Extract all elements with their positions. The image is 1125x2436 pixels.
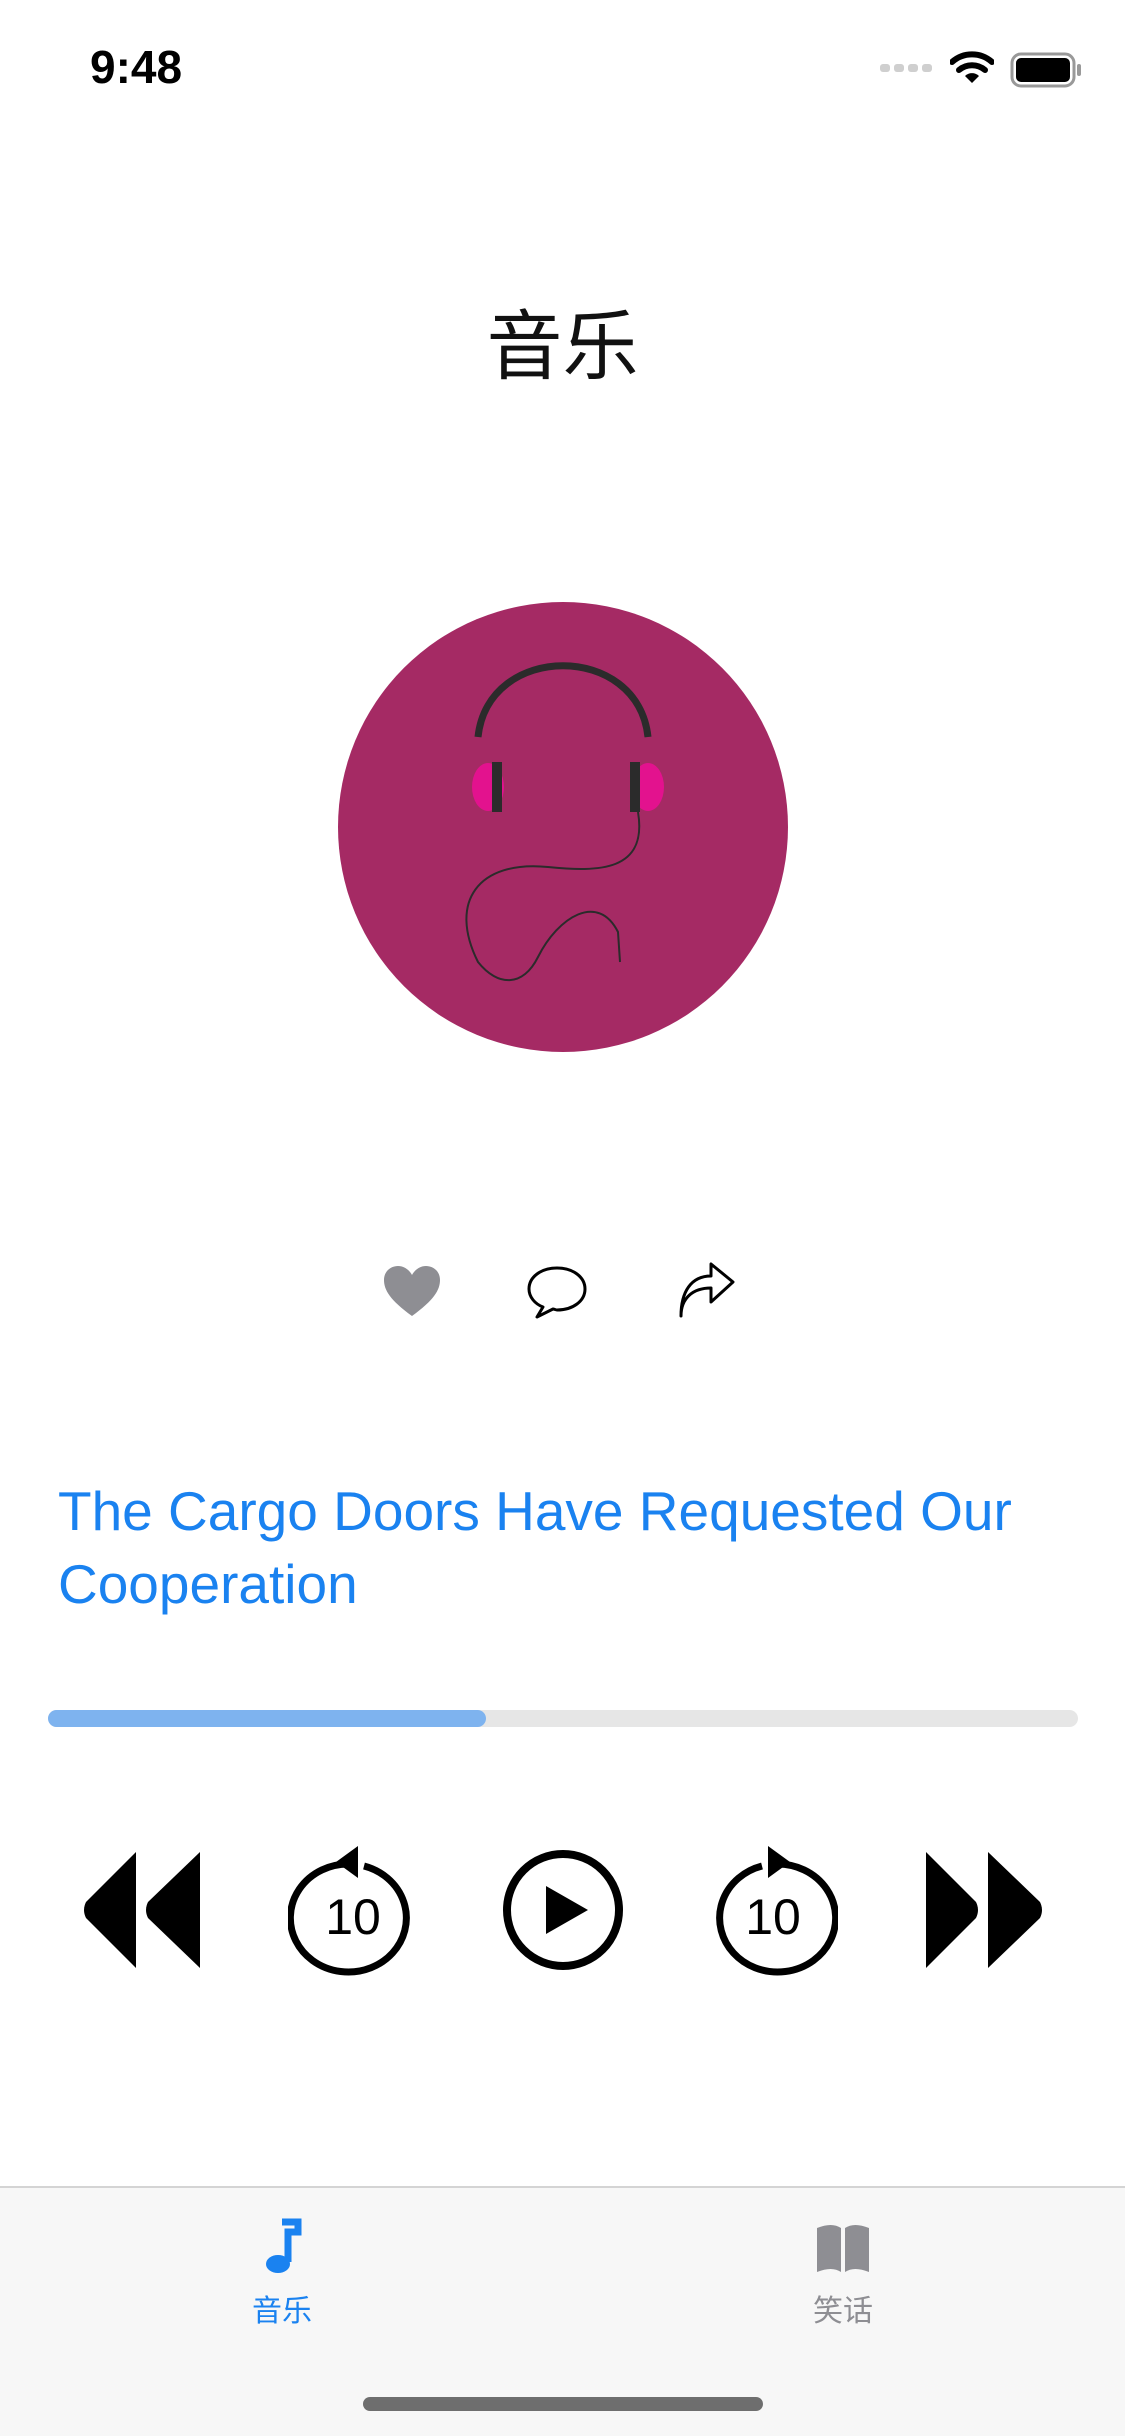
song-title: The Cargo Doors Have Requested Our Coope… (58, 1480, 1012, 1615)
playback-progress-fill (48, 1710, 486, 1727)
tab-music[interactable]: 音乐 (182, 2218, 382, 2338)
page-title: 音乐 (486, 302, 639, 391)
comment-button[interactable] (525, 1262, 589, 1322)
speech-bubble-icon (527, 1266, 587, 1319)
tab-jokes[interactable]: 笑话 (743, 2218, 943, 2338)
status-bar: 9:48 (0, 0, 1125, 132)
skip-forward-10-button[interactable]: 10 (708, 1840, 838, 1980)
album-artwork (338, 602, 788, 1052)
skip-back-10-button[interactable]: 10 (288, 1840, 418, 1980)
fast-forward-button[interactable] (918, 1840, 1048, 1980)
rewind-button[interactable] (78, 1840, 208, 1980)
play-button[interactable] (498, 1840, 628, 1980)
music-screen: 9:48 音乐 The Cargo Doors Have Requested O… (0, 0, 1125, 2436)
fast-forward-icon (926, 1852, 1042, 1968)
battery-icon (1010, 52, 1081, 88)
skip-back-label: 10 (325, 1889, 381, 1945)
like-button[interactable] (380, 1262, 444, 1322)
tab-music-label: 音乐 (252, 2294, 312, 2329)
play-icon (503, 1850, 623, 1970)
book-icon (817, 2225, 869, 2272)
skip-forward-label: 10 (745, 1889, 801, 1945)
playback-controls: 10 10 (0, 1840, 1125, 1980)
tab-bar: 音乐 笑话 (0, 2186, 1125, 2436)
home-indicator[interactable] (363, 2397, 763, 2411)
cellular-signal-icon (880, 64, 932, 72)
tab-jokes-label: 笑话 (813, 2294, 873, 2329)
status-time: 9:48 (90, 41, 183, 93)
playback-progress-bar[interactable] (48, 1710, 1078, 1727)
share-arrow-icon (679, 1262, 735, 1318)
share-button[interactable] (675, 1262, 739, 1322)
wifi-icon (950, 51, 994, 83)
rewind-icon (84, 1852, 200, 1968)
music-note-icon (266, 2218, 302, 2273)
heart-icon (384, 1266, 440, 1316)
action-row (380, 1262, 740, 1322)
